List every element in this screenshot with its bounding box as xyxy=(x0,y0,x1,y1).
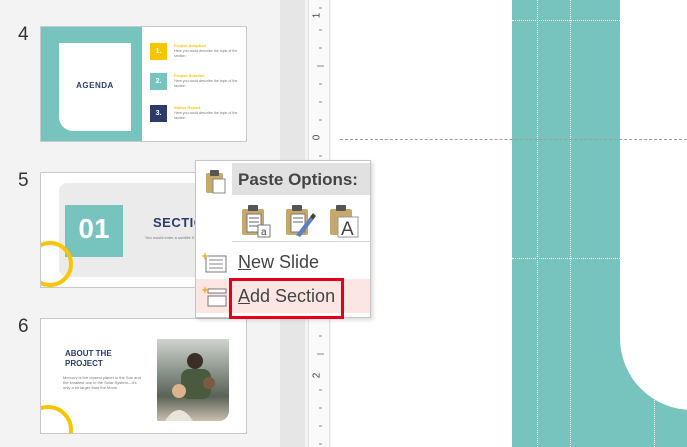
agenda-item-title: Project Solution xyxy=(174,73,205,78)
dotted-guide xyxy=(570,0,571,447)
svg-text:A: A xyxy=(341,219,354,239)
about-title: ABOUT THE PROJECT xyxy=(65,349,112,368)
new-slide-label: New Slide xyxy=(238,252,320,272)
ruler-label: 0 xyxy=(311,134,323,141)
team-photo xyxy=(157,339,229,421)
paste-keep-source-icon[interactable]: a xyxy=(238,203,272,239)
paste-options-label: Paste Options: xyxy=(238,170,358,189)
dotted-guide xyxy=(512,20,620,21)
clipboard-icon xyxy=(203,169,227,200)
agenda-item-title: Status Report xyxy=(174,105,201,110)
agenda-item-3: 3. Status Report Here you could describe… xyxy=(150,105,242,127)
slide-number-4: 4 xyxy=(18,24,29,45)
about-desc: Mercury is the closest planet to the Sun… xyxy=(63,375,141,390)
photo-people-icon xyxy=(165,353,215,421)
agenda-item-title: Project Adoption xyxy=(174,43,207,48)
agenda-item-desc: Here you could describe the topic of the… xyxy=(174,49,238,58)
ruler-label: 1 xyxy=(311,12,323,19)
agenda-item-desc: Here you could describe the topic of the… xyxy=(174,79,238,88)
paste-text-only-icon[interactable]: A xyxy=(326,203,360,240)
section-number: 01 xyxy=(78,213,110,244)
new-slide-menu-item[interactable]: New Slide xyxy=(196,245,370,279)
horizontal-guide[interactable] xyxy=(340,139,687,140)
agenda-badge-3: 3. xyxy=(150,105,167,122)
slide-number-6: 6 xyxy=(18,316,29,337)
dotted-guide xyxy=(654,0,655,447)
agenda-card: AGENDA xyxy=(59,43,131,131)
agenda-badge-1: 1. xyxy=(150,43,167,60)
new-slide-icon xyxy=(201,251,228,280)
paste-merge-format-icon[interactable] xyxy=(282,203,316,239)
agenda-item-desc: Here you could describe the topic of the… xyxy=(174,111,238,120)
menu-separator xyxy=(232,241,370,242)
slide-thumbnail-4[interactable]: AGENDA 1. Project Adoption Here you coul… xyxy=(40,26,247,142)
agenda-item-1: 1. Project Adoption Here you could descr… xyxy=(150,43,242,65)
highlight-box xyxy=(229,278,344,319)
dotted-guide xyxy=(537,0,538,447)
section-number-box: 01 xyxy=(65,205,123,257)
slide-number-5: 5 xyxy=(18,170,29,191)
agenda-badge-2: 2. xyxy=(150,73,167,90)
slide-thumbnail-6[interactable]: ABOUT THE PROJECT Mercury is the closest… xyxy=(40,318,247,434)
add-section-icon xyxy=(201,285,228,314)
agenda-item-2: 2. Project Solution Here you could descr… xyxy=(150,73,242,95)
dotted-guide xyxy=(512,258,620,259)
yellow-arc xyxy=(41,405,73,433)
ruler-label: 2 xyxy=(311,372,323,379)
svg-text:a: a xyxy=(261,227,267,238)
agenda-title: AGENDA xyxy=(76,81,114,90)
